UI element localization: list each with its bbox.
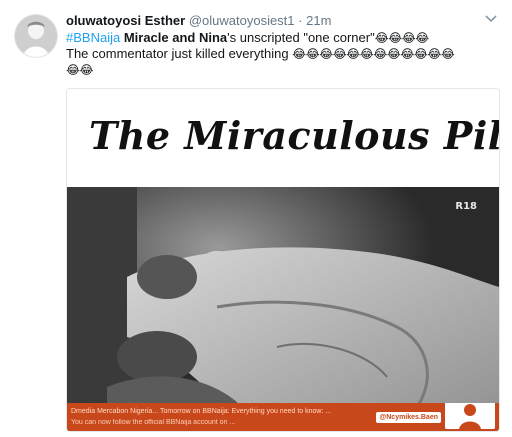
tweet-text: #BBNaija Miracle and Nina's unscripted "… [66, 30, 496, 78]
user-handle[interactable]: @oluwatoyosiest1 [189, 13, 295, 28]
avatar[interactable] [14, 14, 58, 58]
tweet-content: oluwatoyosi Esther @oluwatoyosiest1 · 21… [66, 12, 496, 78]
news-ticker: Dmedia Mercabon Nigeria... Tomorrow on B… [67, 403, 499, 431]
ticker-handle: @Ncymikes.Baen [376, 412, 441, 423]
timestamp[interactable]: 21m [306, 13, 331, 28]
display-name[interactable]: oluwatoyosi Esther [66, 13, 185, 28]
tweet-text-line2: The commentator just killed everything [66, 46, 289, 61]
media-title: The Miraculous Pilot.. [89, 113, 500, 158]
video-scene [67, 187, 499, 431]
tweet-text-line-3: 😂😂 [66, 62, 496, 78]
tweet-text-line-1: #BBNaija Miracle and Nina's unscripted "… [66, 30, 496, 46]
hashtag-link[interactable]: #BBNaija [66, 30, 120, 45]
tweet-header: oluwatoyosi Esther @oluwatoyosiest1 · 21… [66, 12, 496, 29]
media-attachment[interactable]: The Miraculous Pilot.. [66, 88, 500, 432]
emoji-group-1: 😂😂😂😂 [374, 31, 430, 45]
separator-dot: · [298, 13, 303, 28]
tweet: oluwatoyosi Esther @oluwatoyosiest1 · 21… [0, 0, 512, 437]
ticker-line-2: You can now follow the official BBNaija … [71, 419, 236, 426]
video-still: R18 Dmedia Mercabon Nigeria... Tomorrow … [67, 187, 499, 431]
emoji-group-3: 😂😂 [66, 63, 94, 77]
tweet-text-part1: 's unscripted "one corner" [227, 30, 375, 45]
ticker-line-1: Dmedia Mercabon Nigeria... Tomorrow on B… [71, 408, 332, 415]
tweet-text-line-2: The commentator just killed everything 😂… [66, 46, 496, 62]
media-title-band: The Miraculous Pilot.. [67, 89, 499, 187]
bold-names: Miracle and Nina [123, 30, 228, 45]
rating-watermark: R18 [455, 201, 477, 212]
channel-logo [445, 403, 495, 429]
emoji-group-2: 😂😂😂😂😂😂😂😂😂😂😂😂 [292, 47, 455, 61]
